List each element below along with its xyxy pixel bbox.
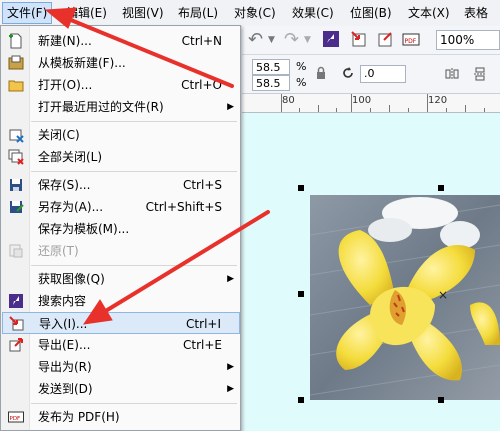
menu-object[interactable]: 对象(C) <box>230 3 280 23</box>
menu-table[interactable]: 表格(T <box>460 3 500 40</box>
menu-item-send-to[interactable]: 发送到(D) ▶ <box>2 378 240 400</box>
menu-edit[interactable]: 编辑(E) <box>62 3 111 23</box>
ruler-label: 100 <box>352 95 372 106</box>
menu-item-open[interactable]: 打开(O)... Ctrl+O <box>2 74 240 96</box>
submenu-arrow-icon: ▶ <box>227 384 234 394</box>
standard-toolbar: ↶ ▼ ↷ ▼ PDF 100% <box>242 26 500 55</box>
submenu-arrow-icon: ▶ <box>227 102 234 112</box>
svg-text:PDF: PDF <box>10 416 21 422</box>
export-toolbar-icon[interactable] <box>376 30 394 48</box>
imported-flower-bitmap[interactable]: × <box>310 195 500 400</box>
import-toolbar-icon[interactable] <box>350 30 368 48</box>
new-doc-icon <box>9 33 22 49</box>
submenu-arrow-icon: ▶ <box>227 362 234 372</box>
redo-icon[interactable]: ↷ <box>284 31 302 49</box>
menu-item-revert[interactable]: 还原(T) <box>2 240 240 262</box>
corel-connect-icon[interactable] <box>322 30 340 48</box>
undo-icon[interactable]: ↶ <box>248 31 266 49</box>
publish-pdf-toolbar-icon[interactable]: PDF <box>402 30 420 48</box>
menu-item-save[interactable]: 保存(S)... Ctrl+S <box>2 174 240 196</box>
scale-width-field[interactable]: 58.5 <box>252 59 290 75</box>
mirror-vertical-icon[interactable] <box>472 66 488 82</box>
menu-file[interactable]: 文件(F) <box>2 2 53 24</box>
file-menu-dropdown: 新建(N)... Ctrl+N 从模板新建(F)... 打开(O)... Ctrl+… <box>0 25 241 431</box>
selection-handle[interactable] <box>298 291 304 297</box>
svg-text:PDF: PDF <box>405 38 417 45</box>
menu-item-new-from-template[interactable]: 从模板新建(F)... <box>2 52 240 74</box>
menu-item-acquire-image[interactable]: 获取图像(Q) ▶ <box>2 268 240 290</box>
rotate-icon <box>343 67 353 78</box>
export-icon <box>9 338 23 352</box>
selection-handle[interactable] <box>298 185 304 191</box>
menu-item-close[interactable]: 关闭(C) <box>2 124 240 146</box>
property-bar: 58.5 % 58.5 % .0 <box>242 55 500 94</box>
redo-dropdown-icon[interactable]: ▼ <box>304 31 322 49</box>
revert-icon <box>9 244 23 258</box>
submenu-arrow-icon: ▶ <box>227 274 234 284</box>
lock-ratio-icon[interactable] <box>314 66 328 80</box>
menu-view[interactable]: 视图(V) <box>118 3 168 23</box>
menu-item-export[interactable]: 导出(E)... Ctrl+E <box>2 334 240 356</box>
menu-item-publish-pdf[interactable]: PDF 发布为 PDF(H) <box>2 406 240 428</box>
import-icon <box>9 316 24 331</box>
ruler-label: 80 <box>282 95 295 106</box>
selection-handle[interactable] <box>438 185 444 191</box>
menu-item-new[interactable]: 新建(N)... Ctrl+N <box>2 30 240 52</box>
horizontal-ruler[interactable]: 80 100 120 <box>242 94 500 113</box>
menu-item-open-recent[interactable]: 打开最近用过的文件(R) ▶ <box>2 96 240 118</box>
menu-item-save-as-template[interactable]: 保存为模板(M)... <box>2 218 240 240</box>
menu-item-import[interactable]: 导入(I)... Ctrl+I <box>2 312 240 334</box>
menu-bitmaps[interactable]: 位图(B) <box>346 3 396 23</box>
mirror-horizontal-icon[interactable] <box>444 66 460 82</box>
selection-handle[interactable] <box>298 397 304 403</box>
menu-text[interactable]: 文本(X) <box>404 3 454 23</box>
width-percent-label: % <box>296 60 307 73</box>
save-icon <box>10 179 22 191</box>
rotation-angle-field[interactable]: .0 <box>360 65 406 83</box>
template-icon <box>8 55 24 70</box>
menu-item-search-content[interactable]: 搜索内容 <box>2 290 240 312</box>
close-doc-icon <box>9 129 24 143</box>
menu-effects[interactable]: 效果(C) <box>288 3 338 23</box>
open-folder-icon <box>8 80 24 92</box>
scale-height-field[interactable]: 58.5 <box>252 75 290 91</box>
ruler-label: 120 <box>428 95 448 106</box>
menu-item-export-for[interactable]: 导出为(R) ▶ <box>2 356 240 378</box>
save-as-icon <box>10 201 24 213</box>
menu-layout[interactable]: 布局(L) <box>174 3 222 23</box>
zoom-level-field[interactable]: 100% <box>436 30 500 50</box>
selection-handle[interactable] <box>438 397 444 403</box>
height-percent-label: % <box>296 76 307 89</box>
menu-item-save-as[interactable]: 另存为(A)... Ctrl+Shift+S <box>2 196 240 218</box>
menu-bar: 文件(F) 编辑(E) 视图(V) 布局(L) 对象(C) 效果(C) 位图(B… <box>0 0 500 40</box>
search-content-icon <box>9 294 23 308</box>
menu-item-close-all[interactable]: 全部关闭(L) <box>2 146 240 168</box>
svg-text:×: × <box>438 288 448 302</box>
pdf-icon: PDF <box>8 411 24 423</box>
close-all-icon <box>8 149 24 165</box>
